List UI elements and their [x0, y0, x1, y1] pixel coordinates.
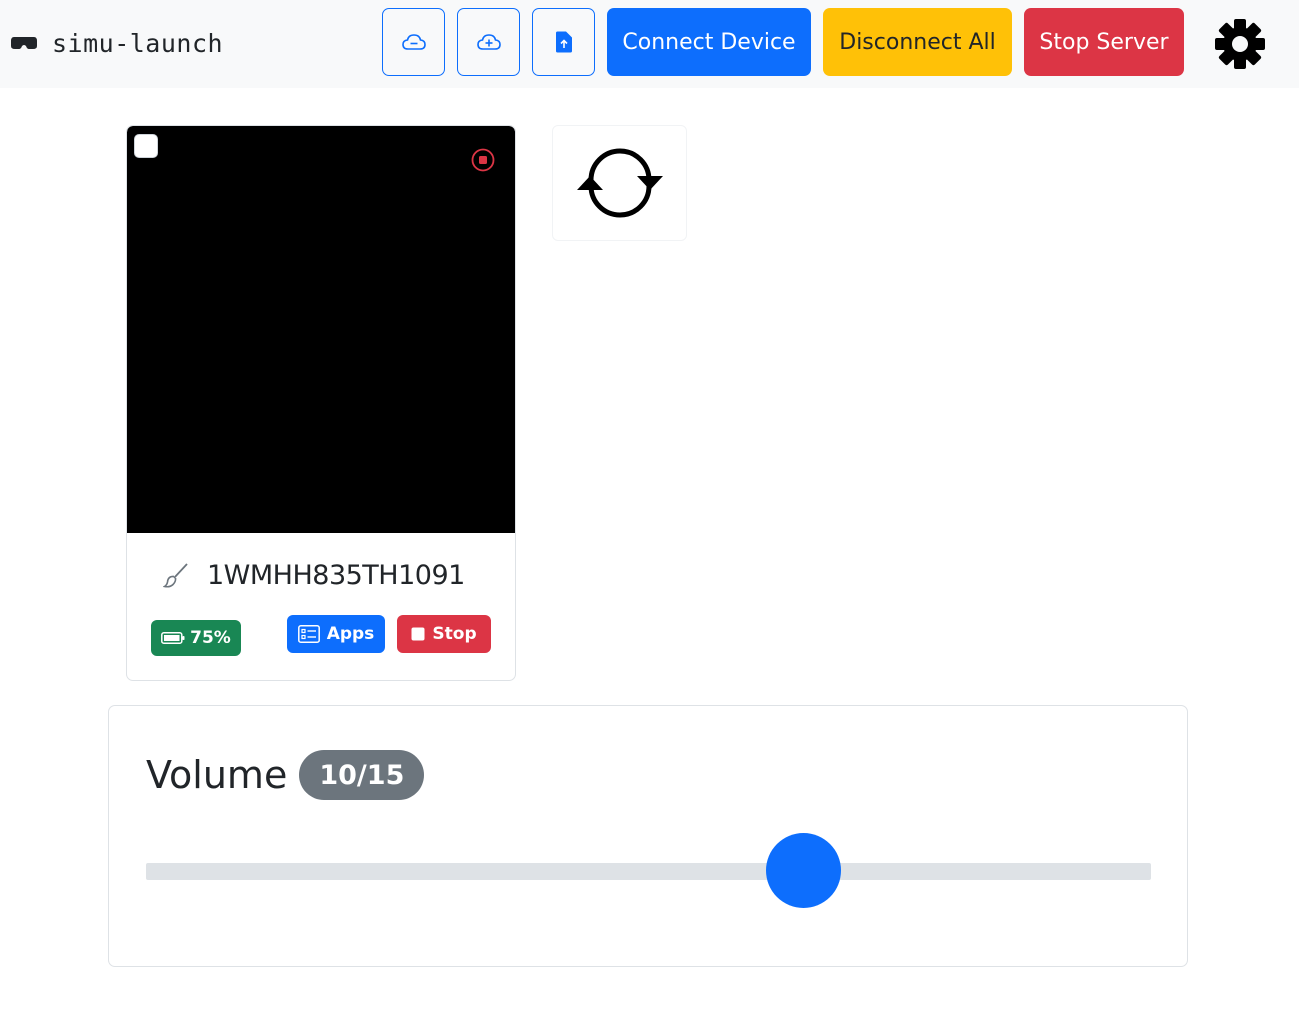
volume-card: Volume 10/15 — [108, 705, 1188, 967]
volume-heading: Volume 10/15 — [146, 750, 425, 800]
app-list-icon — [297, 625, 320, 643]
volume-value-badge: 10/15 — [299, 750, 425, 800]
record-stop-icon[interactable] — [471, 148, 495, 172]
cloud-plus-button[interactable] — [457, 8, 520, 76]
brand-title: simu-launch — [52, 28, 224, 58]
disconnect-all-button[interactable]: Disconnect All — [823, 8, 1012, 76]
device-select-checkbox[interactable] — [134, 134, 158, 158]
stop-icon — [411, 627, 425, 641]
stop-device-button[interactable]: Stop — [397, 615, 491, 653]
cloud-minus-button[interactable] — [382, 8, 445, 76]
apps-label: Apps — [326, 624, 375, 644]
brand[interactable]: simu-launch — [11, 26, 223, 60]
volume-label: Volume — [146, 753, 288, 797]
battery-icon — [161, 632, 185, 644]
device-name: 1WMHH835TH1091 — [207, 559, 465, 591]
stop-label: Stop — [432, 624, 477, 644]
cloud-minus-icon — [401, 34, 426, 50]
refresh-button[interactable] — [552, 125, 687, 241]
battery-badge: 75% — [151, 620, 241, 656]
device-card: 1WMHH835TH1091 75% Apps Stop — [126, 125, 516, 681]
gear-icon[interactable] — [1213, 17, 1267, 71]
device-name-row: 1WMHH835TH1091 — [163, 558, 465, 592]
refresh-icon — [576, 148, 663, 218]
navbar: simu-launch Connect Device Disconnect Al… — [0, 0, 1299, 88]
connect-device-button[interactable]: Connect Device — [607, 8, 811, 76]
battery-level: 75% — [190, 628, 231, 648]
cloud-plus-icon — [476, 34, 501, 50]
vr-headset-icon — [11, 37, 37, 49]
volume-slider-track[interactable] — [146, 833, 1151, 908]
device-screen[interactable] — [127, 126, 515, 533]
upload-file-button[interactable] — [532, 8, 595, 76]
apps-button[interactable]: Apps — [287, 615, 385, 653]
volume-slider-thumb[interactable] — [766, 833, 841, 908]
stop-server-button[interactable]: Stop Server — [1024, 8, 1184, 76]
file-upload-icon — [555, 31, 572, 53]
brush-icon[interactable] — [163, 562, 189, 588]
